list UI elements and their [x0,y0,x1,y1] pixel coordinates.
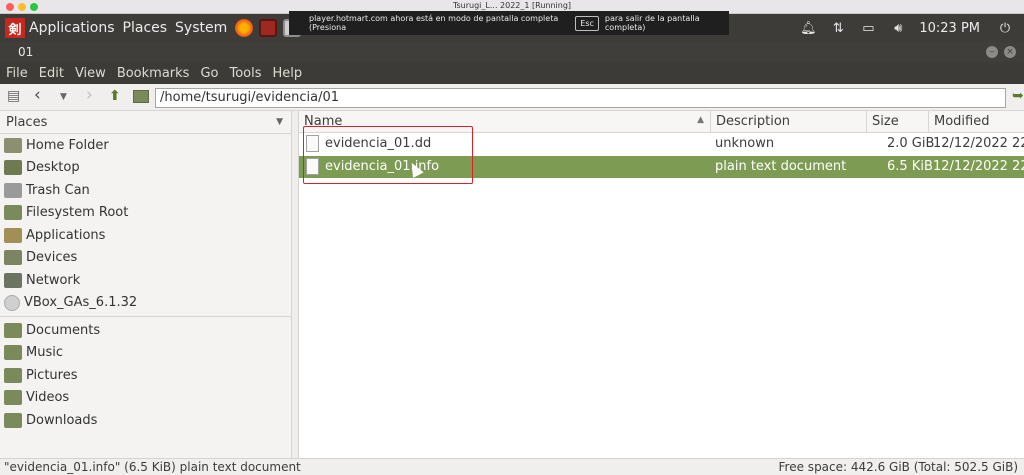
network-icon [4,272,22,288]
menu-help[interactable]: Help [273,66,303,81]
sidebar-item-documents[interactable]: Documents [0,319,291,342]
sidebar-item-label: Desktop [26,160,80,176]
menu-bookmarks[interactable]: Bookmarks [117,66,190,81]
close-button[interactable]: × [1004,46,1016,58]
sidebar-item-label: VBox_GAs_6.1.32 [24,295,138,311]
esc-key-badge: Esc [575,15,599,31]
menu-view[interactable]: View [75,66,106,81]
window-title: 01 [18,45,34,59]
pictures-icon [4,367,22,383]
places-sidebar: Places ▼ Home Folder Desktop Trash Can File… [0,111,292,458]
sidebar-item-home-folder[interactable]: Home Folder [0,134,291,157]
statusbar: "evidencia_01.info" (6.5 KiB) plain text… [0,458,1024,475]
panel-menu-places[interactable]: Places [123,20,168,36]
column-description[interactable]: Description [711,111,867,133]
sidebar-item-label: Pictures [26,367,78,383]
notifications-bell-icon[interactable]: 🔔︎ [797,21,819,36]
sidebar-item-vbox-gas-6-1-32[interactable]: VBox_GAs_6.1.32 [0,292,291,315]
sidebar-item-downloads[interactable]: Downloads [0,409,291,432]
fullscreen-notice-text: player.hotmart.com ahora está en modo de… [309,14,559,32]
panel-clock[interactable]: 10:23 PM [919,21,980,36]
home-folder-icon [4,137,22,153]
trash-icon [4,182,22,198]
location-bar[interactable]: /home/tsurugi/evidencia/01 [155,88,1006,108]
sidebar-item-label: Documents [26,322,101,338]
panel-menu-system[interactable]: System [175,20,227,36]
documents-icon [4,322,22,338]
menu-tools[interactable]: Tools [229,66,261,81]
sidebar-item-filesystem-root[interactable]: Filesystem Root [0,202,291,225]
column-modified[interactable]: Modified [929,111,1024,133]
status-free-space: Free space: 442.6 GiB (Total: 502.5 GiB) [778,460,1018,474]
cell-modified: 12/12/2022 22:2 [933,158,1024,174]
desktop-icon [4,160,22,176]
power-icon[interactable]: ⏻ [994,21,1016,36]
sidebar-item-desktop[interactable]: Desktop [0,157,291,180]
forward-icon[interactable]: › [86,85,93,105]
go-icon[interactable]: ➥ [1012,88,1024,104]
menu-file[interactable]: File [6,66,28,81]
panel-menu-applications[interactable]: Applications [29,20,115,36]
places-header-label: Places [6,115,48,130]
devices-icon [4,250,22,266]
cell-description: plain text document [715,158,847,174]
sidebar-item-label: Home Folder [26,137,109,153]
app-launcher-icon[interactable] [259,19,278,37]
back-icon[interactable]: ‹ [34,85,41,105]
chevron-down-icon[interactable]: ▼ [276,117,283,127]
menu-edit[interactable]: Edit [39,66,64,81]
sidebar-item-label: Music [26,345,63,361]
highlight-annotation-box [303,126,473,184]
sidebar-item-label: Videos [26,390,70,406]
fullscreen-notice: player.hotmart.com ahora está en modo de… [289,11,729,35]
fullscreen-notice-text-end: para salir de la pantalla completa) [604,14,700,32]
downloads-icon [4,412,22,428]
host-window-title: Tsurugi_L... 2022_1 [Running] [452,1,572,10]
cell-description: unknown [715,136,775,151]
sidebar-item-label: Trash Can [26,182,90,198]
toolbar: ▤ ‹ ▼ › ⬆ /home/tsurugi/evidencia/01 ➥ [0,84,1024,111]
firefox-launcher-icon[interactable] [235,19,254,37]
sidebar-item-trash-can[interactable]: Trash Can [0,179,291,202]
battery-icon[interactable]: ▭ [857,21,879,36]
sidebar-item-devices[interactable]: Devices [0,247,291,270]
minimize-button[interactable]: – [986,46,998,58]
sidebar-item-label: Devices [26,250,78,266]
location-folder-icon [133,90,149,103]
sidebar-item-network[interactable]: Network [0,269,291,292]
status-selection: "evidencia_01.info" (6.5 KiB) plain text… [4,460,301,474]
network-arrows-icon[interactable]: ⇅ [827,21,849,36]
places-header[interactable]: Places ▼ [0,111,291,134]
disc-icon [4,294,20,311]
applications-icon [4,227,22,243]
sidebar-item-pictures[interactable]: Pictures [0,364,291,387]
sidebar-item-videos[interactable]: Videos [0,387,291,410]
history-dropdown-icon[interactable]: ▼ [60,92,67,102]
sidebar-item-label: Applications [26,227,106,243]
sort-ascending-icon: ▲ [697,115,704,125]
volume-icon[interactable]: 🔊︎ [887,21,909,36]
menu-go[interactable]: Go [200,66,218,81]
sidebar-item-music[interactable]: Music [0,342,291,365]
cell-size: 2.0 GiB [887,136,935,151]
sidebar-item-applications[interactable]: Applications [0,224,291,247]
distro-logo-icon[interactable]: 剣 [5,18,25,38]
column-size[interactable]: Size [867,111,929,133]
toggle-sidebar-icon[interactable]: ▤ [7,88,20,104]
up-icon[interactable]: ⬆ [109,88,121,104]
cell-size: 6.5 KiB [887,158,933,174]
sidebar-item-label: Network [26,272,81,288]
sidebar-item-label: Filesystem Root [26,205,129,221]
menubar: File Edit View Bookmarks Go Tools Help [0,62,1024,84]
cell-modified: 12/12/2022 22:2 [933,136,1024,151]
videos-icon [4,390,22,406]
window-titlebar: 01 – × [0,42,1024,62]
music-icon [4,345,22,361]
sidebar-divider [0,316,291,317]
filesystem-icon [4,205,22,221]
sidebar-item-label: Downloads [26,412,98,428]
